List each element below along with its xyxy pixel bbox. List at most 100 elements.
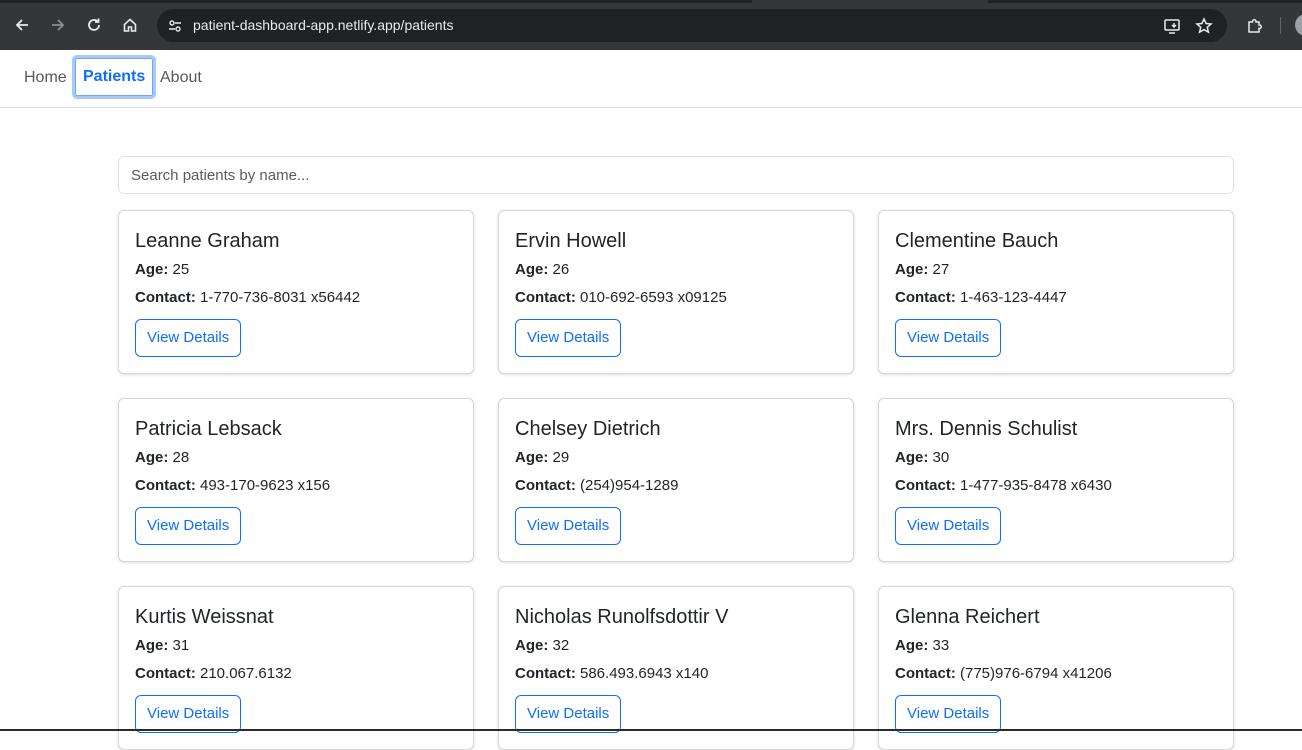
age-value: 33 [932,637,950,654]
contact-value: 586.493.6943 x140 [580,665,709,682]
app-navbar: Home Patients About [0,50,1302,108]
patient-name: Nicholas Runolfsdottir V [515,606,729,628]
install-app-icon[interactable] [1160,14,1184,38]
patient-card: Glenna Reichert Age: 33 Contact: (775)976-… [878,586,1234,750]
age-value: 26 [552,261,570,278]
contact-label: Contact: [895,477,956,494]
patient-age: Age: 33 [895,636,1217,656]
age-label: Age: [135,637,169,654]
patient-contact: Contact: 1-477-935-8478 x6430 [895,476,1217,496]
patient-card: Patricia Lebsack Age: 28 Contact: 493-170-… [118,398,474,562]
age-value: 27 [932,261,950,278]
address-url[interactable]: patient-dashboard-app.netlify.app/patien… [193,17,453,33]
patient-card: Kurtis Weissnat Age: 31 Contact: 210.067.6… [118,586,474,750]
contact-value: 1-770-736-8031 x56442 [200,289,361,306]
site-info-icon[interactable] [163,14,187,38]
address-bar[interactable]: patient-dashboard-app.netlify.app/patien… [157,9,1227,42]
patient-contact: Contact: (775)976-6794 x41206 [895,664,1217,684]
contact-value: (254)954-1289 [580,477,679,494]
patient-age: Age: 27 [895,260,1217,280]
tab-strip-edge [988,0,1302,3]
contact-label: Contact: [895,665,956,682]
reload-icon[interactable] [82,13,106,37]
view-details-button[interactable]: View Details [515,695,622,733]
patient-card: Mrs. Dennis Schulist Age: 30 Contact: 1-47… [878,398,1234,562]
patient-age: Age: 29 [515,448,837,468]
contact-value: 493-170-9623 x156 [200,477,331,494]
age-label: Age: [135,449,169,466]
extensions-puzzle-icon[interactable] [1243,13,1267,37]
contact-value: 1-477-935-8478 x6430 [960,477,1112,494]
patient-contact: Contact: 210.067.6132 [135,664,457,684]
back-arrow-icon[interactable] [10,13,34,37]
patient-name: Glenna Reichert [895,606,1040,628]
view-details-button[interactable]: View Details [895,695,1002,733]
patient-name: Mrs. Dennis Schulist [895,418,1078,440]
contact-label: Contact: [135,289,196,306]
contact-value: (775)976-6794 x41206 [960,665,1112,682]
bookmark-star-icon[interactable] [1192,14,1216,38]
age-label: Age: [515,449,549,466]
contact-value: 010-692-6593 x09125 [580,289,727,306]
nav-home-link[interactable]: Home [24,68,67,88]
patient-name: Kurtis Weissnat [135,606,274,628]
contact-label: Contact: [515,289,576,306]
age-label: Age: [895,449,929,466]
tab-strip-edge [0,0,752,3]
patient-contact: Contact: (254)954-1289 [515,476,837,496]
contact-label: Contact: [135,665,196,682]
patient-card-grid: Leanne Graham Age: 25 Contact: 1-770-736-8… [118,210,1234,750]
browser-toolbar: patient-dashboard-app.netlify.app/patien… [0,0,1302,50]
contact-label: Contact: [895,289,956,306]
patient-search-input[interactable] [118,156,1234,194]
toolbar-separator [1280,17,1281,34]
forward-arrow-icon[interactable] [46,13,70,37]
contact-value: 210.067.6132 [200,665,292,682]
contact-label: Contact: [515,477,576,494]
patient-contact: Contact: 1-463-123-4447 [895,288,1217,308]
patient-card: Chelsey Dietrich Age: 29 Contact: (254)954… [498,398,854,562]
patient-age: Age: 28 [135,448,457,468]
age-value: 30 [932,449,950,466]
view-details-button[interactable]: View Details [895,507,1002,545]
patient-age: Age: 30 [895,448,1217,468]
patient-card: Leanne Graham Age: 25 Contact: 1-770-736-8… [118,210,474,374]
patient-age: Age: 32 [515,636,837,656]
patient-contact: Contact: 493-170-9623 x156 [135,476,457,496]
view-details-button[interactable]: View Details [895,319,1002,357]
patient-name: Patricia Lebsack [135,418,282,440]
age-label: Age: [515,637,549,654]
patient-contact: Contact: 586.493.6943 x140 [515,664,837,684]
contact-label: Contact: [135,477,196,494]
age-value: 25 [172,261,190,278]
patient-name: Chelsey Dietrich [515,418,661,440]
patient-age: Age: 25 [135,260,457,280]
patient-card: Clementine Bauch Age: 27 Contact: 1-463-12… [878,210,1234,374]
age-value: 31 [172,637,190,654]
nav-patients-link[interactable]: Patients [71,55,157,99]
age-label: Age: [515,261,549,278]
patient-age: Age: 26 [515,260,837,280]
view-details-button[interactable]: View Details [135,507,242,545]
profile-avatar[interactable] [1295,14,1302,36]
age-label: Age: [135,261,169,278]
patient-contact: Contact: 010-692-6593 x09125 [515,288,837,308]
patient-age: Age: 31 [135,636,457,656]
view-details-button[interactable]: View Details [515,319,622,357]
patient-card: Nicholas Runolfsdottir V Age: 32 Contact: … [498,586,854,750]
patient-name: Clementine Bauch [895,230,1059,252]
patient-contact: Contact: 1-770-736-8031 x56442 [135,288,457,308]
home-icon[interactable] [118,13,142,37]
view-details-button[interactable]: View Details [515,507,622,545]
age-label: Age: [895,637,929,654]
view-details-button[interactable]: View Details [135,695,242,733]
patient-card: Ervin Howell Age: 26 Contact: 010-692-6593… [498,210,854,374]
nav-about-link[interactable]: About [160,68,202,88]
age-value: 28 [172,449,190,466]
age-label: Age: [895,261,929,278]
age-value: 32 [552,637,570,654]
view-details-button[interactable]: View Details [135,319,242,357]
age-value: 29 [552,449,570,466]
patient-name: Leanne Graham [135,230,280,252]
contact-label: Contact: [515,665,576,682]
